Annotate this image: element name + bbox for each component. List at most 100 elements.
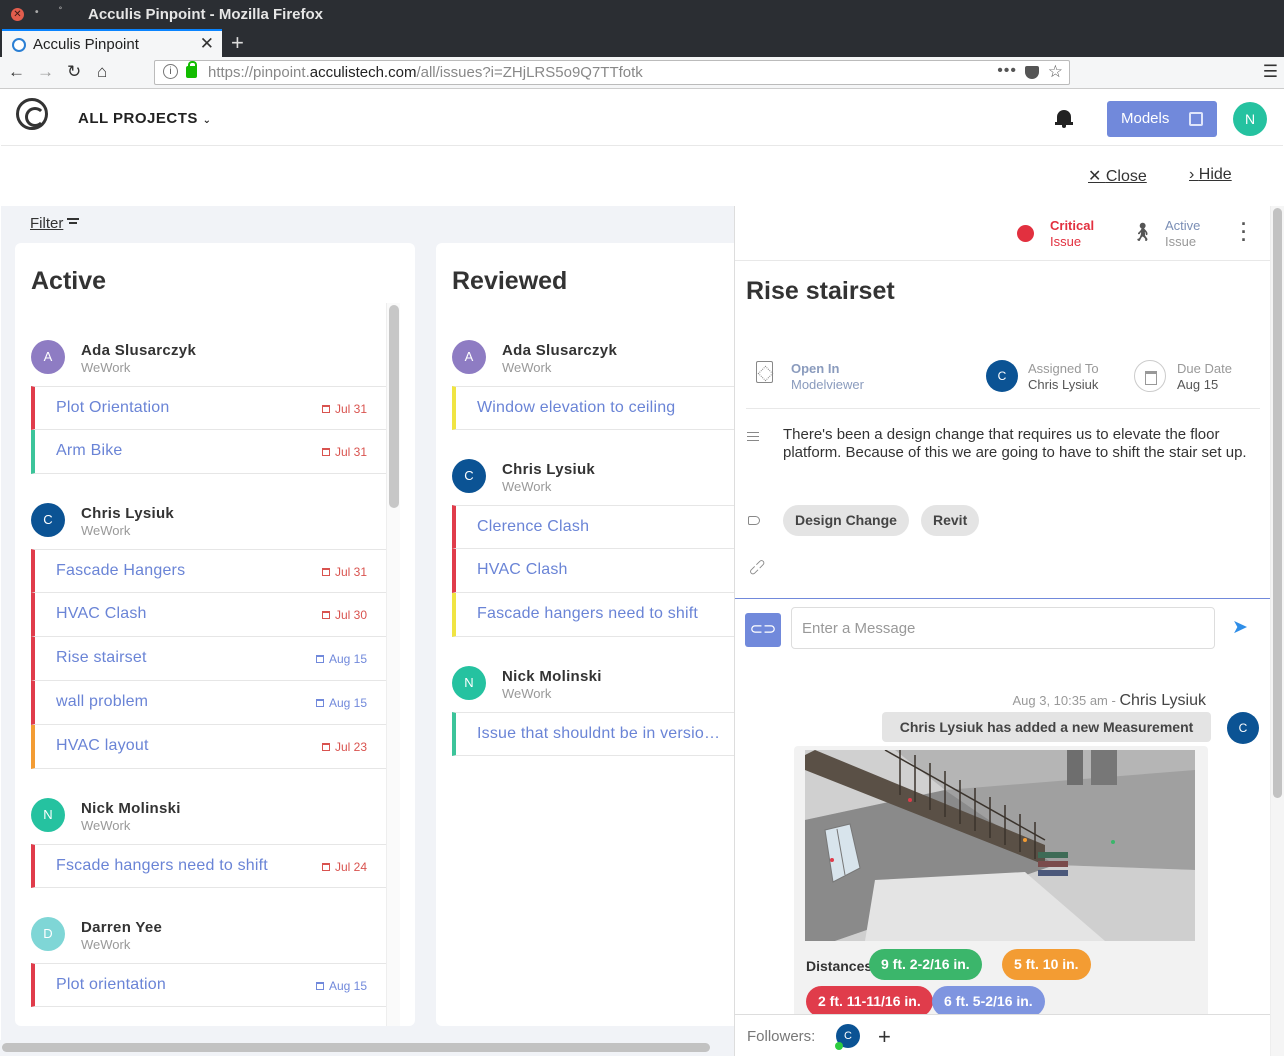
new-tab-button[interactable]: +: [231, 30, 244, 56]
priority-dot-icon[interactable]: [1017, 225, 1034, 242]
horizontal-scroll-thumb[interactable]: [2, 1043, 710, 1052]
back-icon[interactable]: ←: [8, 62, 25, 82]
walking-person-icon[interactable]: 🚶︎: [1131, 222, 1154, 243]
distance-pill[interactable]: 5 ft. 10 in.: [1002, 949, 1091, 980]
paperclip-icon: ⊂⊃: [749, 621, 777, 638]
person-avatar[interactable]: A: [452, 340, 486, 374]
assignee-group: D Darren Yee WeWork: [15, 900, 415, 963]
forward-icon[interactable]: →: [37, 62, 54, 82]
person-avatar[interactable]: A: [31, 340, 65, 374]
window-maximize-button[interactable]: ˚: [59, 8, 72, 21]
bell-icon[interactable]: [1055, 108, 1073, 128]
issue-name: Clerence Clash: [477, 518, 590, 535]
person-avatar[interactable]: C: [31, 503, 65, 537]
window-minimize-button[interactable]: •: [35, 8, 48, 21]
issue-card[interactable]: HVAC Clash: [452, 549, 734, 593]
chat-author-avatar[interactable]: C: [1227, 712, 1259, 744]
window-title: Acculis Pinpoint - Mozilla Firefox: [88, 6, 324, 23]
browser-tab[interactable]: Acculis Pinpoint ✕: [2, 29, 222, 57]
tab-close-icon[interactable]: ✕: [200, 34, 214, 54]
horizontal-scrollbar[interactable]: [0, 1040, 734, 1056]
issue-card[interactable]: Plot orientation Aug 15: [31, 963, 386, 1007]
tag-chip[interactable]: Revit: [921, 505, 980, 536]
person-avatar[interactable]: N: [31, 798, 65, 832]
projects-dropdown[interactable]: ALL PROJECTS ⌄: [78, 110, 211, 127]
pinpoint-logo[interactable]: [16, 98, 48, 130]
panel-scrollbar[interactable]: [1270, 206, 1284, 1056]
distance-pill[interactable]: 2 ft. 11-11/16 in.: [806, 986, 933, 1017]
due-date-value[interactable]: Aug 15: [1177, 377, 1218, 392]
chat-meta: Aug 3, 10:35 am - Chris Lysiuk: [1012, 692, 1206, 709]
tag-icon: [748, 516, 760, 525]
calendar-icon: [321, 743, 330, 751]
column-reviewed: Reviewed A Ada Slusarczyk WeWork Window ele…: [436, 243, 734, 1026]
issue-card[interactable]: HVAC Clash Jul 30: [31, 593, 386, 637]
browser-navbar: ← → ↻ ⌂ i https://pinpoint.acculistech.c…: [0, 57, 1284, 89]
issue-card[interactable]: Fscade hangers need to shift Jul 24: [31, 844, 386, 888]
due-date: Aug 15: [315, 652, 367, 666]
send-icon[interactable]: ➤: [1232, 616, 1248, 639]
issue-card[interactable]: Plot Orientation Jul 31: [31, 386, 386, 430]
model-file-icon[interactable]: [756, 361, 773, 383]
close-button[interactable]: ✕ Close: [1088, 166, 1147, 186]
issue-card[interactable]: Arm Bike Jul 31: [31, 430, 386, 474]
chevron-down-icon: ⌄: [202, 115, 212, 126]
status-label[interactable]: Active: [1165, 218, 1200, 233]
person-avatar[interactable]: N: [452, 666, 486, 700]
pocket-icon[interactable]: [1025, 66, 1039, 79]
person-avatar[interactable]: D: [31, 917, 65, 951]
issue-name: Fscade hangers need to shift: [56, 857, 268, 874]
calendar-icon: [321, 448, 330, 456]
distance-pill[interactable]: 6 ft. 5-2/16 in.: [932, 986, 1045, 1017]
bookmark-star-icon[interactable]: ☆: [1048, 62, 1063, 82]
issue-card[interactable]: Clerence Clash: [452, 505, 734, 549]
page-actions-icon[interactable]: •••: [997, 62, 1017, 80]
issue-description[interactable]: There's been a design change that requir…: [783, 426, 1253, 462]
info-icon[interactable]: i: [163, 64, 178, 79]
priority-label[interactable]: Critical: [1050, 218, 1094, 233]
assignee-group: C Chris Lysiuk WeWork: [436, 442, 734, 505]
person-avatar[interactable]: C: [452, 459, 486, 493]
filter-button[interactable]: Filter: [30, 215, 80, 232]
due-date: Aug 15: [315, 696, 367, 710]
more-options-icon[interactable]: · · ·: [1241, 215, 1247, 249]
message-input[interactable]: [791, 607, 1215, 649]
issue-card[interactable]: wall problem Aug 15: [31, 681, 386, 725]
issue-name: HVAC Clash: [56, 605, 147, 622]
add-follower-button[interactable]: +: [878, 1024, 891, 1050]
window-titlebar: ✕ • ˚ Acculis Pinpoint - Mozilla Firefox: [0, 0, 1284, 29]
issue-card[interactable]: HVAC layout Jul 23: [31, 725, 386, 769]
status-sub: Issue: [1165, 234, 1197, 249]
person-org: WeWork: [502, 479, 552, 494]
hide-button[interactable]: › Hide: [1189, 166, 1232, 184]
issue-card[interactable]: Fascade hangers need to shift: [452, 593, 734, 637]
user-avatar[interactable]: N: [1233, 102, 1267, 136]
reload-icon[interactable]: ↻: [67, 62, 81, 82]
address-bar[interactable]: i https://pinpoint.acculistech.com/all/i…: [154, 60, 1070, 85]
attachment-icon[interactable]: ⊂⊃: [745, 555, 769, 579]
assigned-to-value[interactable]: Chris Lysiuk: [1028, 377, 1098, 392]
home-icon[interactable]: ⌂: [97, 62, 107, 82]
calendar-icon[interactable]: [1134, 360, 1166, 392]
attach-button[interactable]: ⊂⊃: [745, 613, 781, 647]
person-name: Chris Lysiuk: [502, 461, 596, 478]
measurement-image[interactable]: [805, 750, 1195, 941]
models-button[interactable]: Models: [1107, 101, 1217, 137]
assignee-avatar[interactable]: C: [986, 360, 1018, 392]
distances-label: Distances:: [806, 958, 877, 974]
column-title: Active: [31, 267, 107, 295]
distance-pill[interactable]: 9 ft. 2-2/16 in.: [869, 949, 982, 980]
issue-card[interactable]: Window elevation to ceiling: [452, 386, 734, 430]
issue-card[interactable]: Rise stairset Aug 15: [31, 637, 386, 681]
issue-card[interactable]: Fascade Hangers Jul 31: [31, 549, 386, 593]
issue-meta: Open In Modelviewer C Assigned To Chris …: [746, 351, 1260, 409]
open-in-value[interactable]: Modelviewer: [791, 377, 864, 392]
window-close-button[interactable]: ✕: [11, 8, 24, 21]
url-text[interactable]: https://pinpoint.acculistech.com/all/iss…: [208, 64, 643, 81]
column-scroll-thumb[interactable]: [389, 305, 399, 508]
hamburger-menu-icon[interactable]: ☰: [1263, 62, 1278, 82]
assignee-group: A Ada Slusarczyk WeWork: [436, 323, 734, 386]
tag-chip[interactable]: Design Change: [783, 505, 909, 536]
issue-card[interactable]: Issue that shouldnt be in versio…: [452, 712, 734, 756]
panel-scroll-thumb[interactable]: [1273, 208, 1282, 798]
